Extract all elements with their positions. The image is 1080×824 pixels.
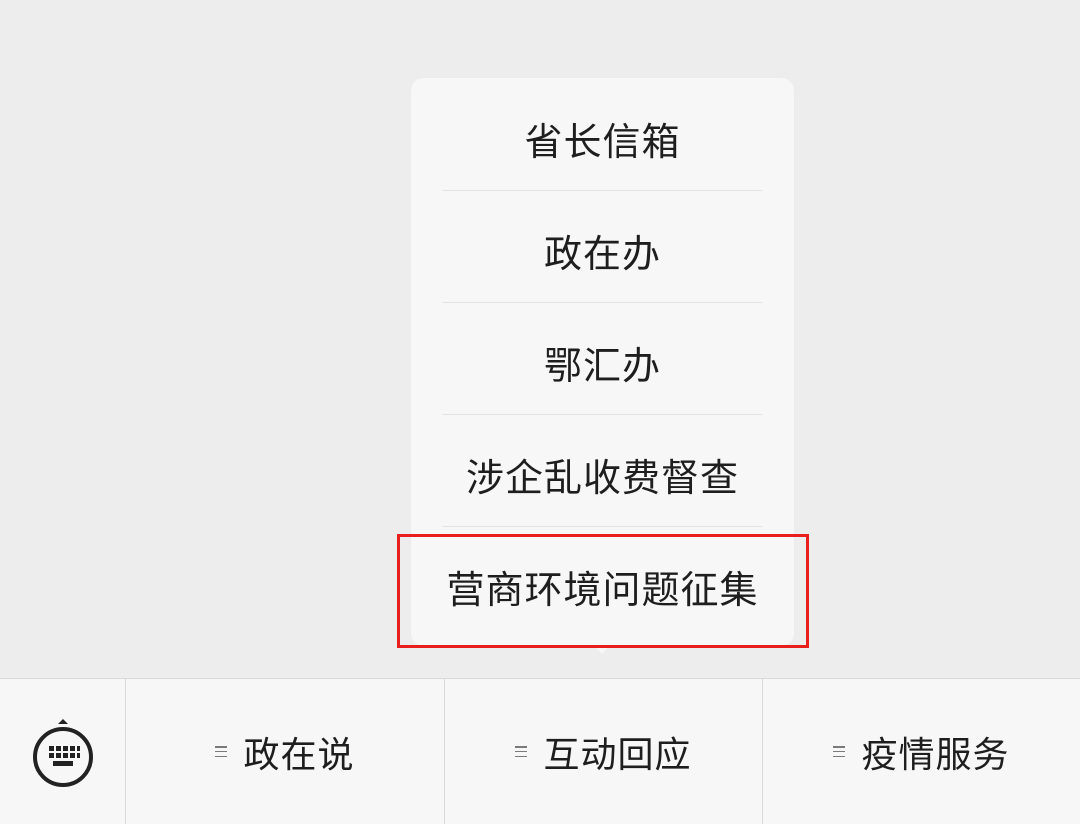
submenu-item-label: 涉企乱收费督查 — [465, 455, 739, 500]
menu-item-label: 政在说 — [243, 734, 355, 776]
submenu-item-governor-mailbox[interactable]: 省长信箱 — [411, 82, 794, 194]
menu-item-label: 疫情服务 — [861, 734, 1010, 776]
submenu-item-fee-inspection[interactable]: 涉企乱收费督查 — [411, 418, 794, 530]
menu-item-interaction-response[interactable]: 互动回应 — [444, 679, 762, 824]
submenu-divider — [442, 302, 762, 303]
chat-screen: 省长信箱 政在办 鄂汇办 涉企乱收费督查 营商环境问题征集 政在说 互动回应 疫… — [0, 0, 1080, 824]
submenu-pointer — [594, 645, 610, 654]
menu-item-label: 互动回应 — [543, 734, 692, 776]
menu-item-epidemic-services[interactable]: 疫情服务 — [762, 679, 1080, 824]
menu-lines-icon — [833, 746, 846, 757]
menu-lines-icon — [215, 746, 228, 757]
submenu-item-zhengzaiban[interactable]: 政在办 — [411, 194, 794, 306]
submenu-item-label: 鄂汇办 — [543, 343, 661, 388]
submenu-item-label: 营商环境问题征集 — [446, 567, 759, 612]
submenu-divider — [442, 414, 762, 415]
submenu-divider — [442, 190, 762, 191]
submenu-divider — [442, 526, 762, 527]
submenu-item-ehuiban[interactable]: 鄂汇办 — [411, 306, 794, 418]
submenu-item-label: 省长信箱 — [524, 119, 681, 164]
bottom-menu-bar: 政在说 互动回应 疫情服务 — [0, 678, 1080, 824]
keyboard-toggle-button[interactable] — [0, 679, 125, 824]
submenu-item-business-environment[interactable]: 营商环境问题征集 — [411, 530, 794, 642]
menu-item-zhengzaishuo[interactable]: 政在说 — [125, 679, 444, 824]
keyboard-icon — [32, 718, 93, 787]
submenu-popup: 省长信箱 政在办 鄂汇办 涉企乱收费督查 营商环境问题征集 — [411, 78, 794, 646]
menu-lines-icon — [515, 746, 528, 757]
submenu-item-label: 政在办 — [543, 231, 661, 276]
